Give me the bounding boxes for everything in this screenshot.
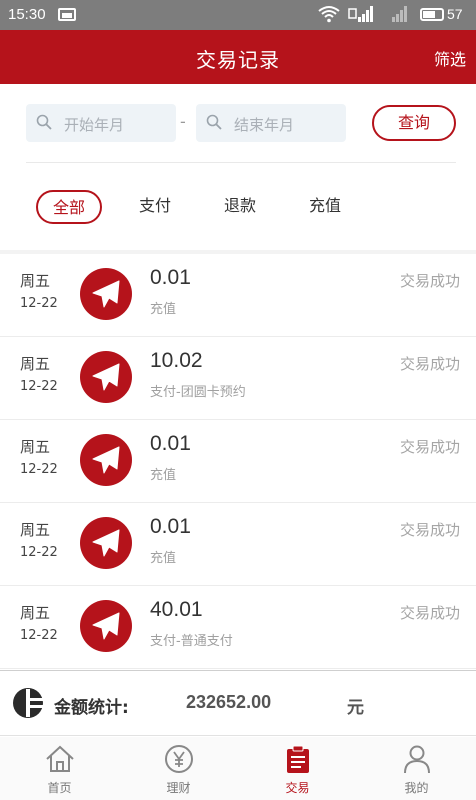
tab-payment[interactable]: 支付: [122, 190, 188, 224]
date-search-bar: 开始年月 - 结束年月 查询: [0, 84, 476, 164]
nav-transactions[interactable]: 交易: [238, 737, 357, 800]
amount: 0.01: [150, 515, 191, 538]
date-label: 12-22: [20, 296, 58, 311]
battery-icon: [420, 8, 444, 21]
tab-refund[interactable]: 退款: [207, 190, 273, 224]
weekday-label: 周五: [20, 604, 51, 622]
airplane-icon: [80, 600, 132, 652]
date-label: 12-22: [20, 462, 58, 477]
status-label: 交易成功: [399, 521, 460, 539]
bottom-nav: 首页 理财 交易 我的: [0, 737, 476, 800]
status-bar: 15:30 57: [0, 0, 476, 30]
date-label: 12-22: [20, 545, 58, 560]
transaction-type: 充值: [150, 468, 177, 483]
status-label: 交易成功: [399, 355, 460, 373]
status-label: 交易成功: [399, 272, 460, 290]
summary-label: 金额统计:: [54, 698, 129, 718]
app-header: 交易记录 筛选: [0, 30, 476, 84]
transaction-type-tabs: 全部 支付 退款 充值: [0, 164, 476, 250]
nav-label: 首页: [47, 781, 72, 795]
nav-label: 我的: [404, 781, 429, 795]
filter-button[interactable]: 筛选: [434, 46, 466, 70]
weekday-label: 周五: [20, 355, 51, 373]
weekday-label: 周五: [20, 272, 51, 290]
list-item[interactable]: 周五 12-22 0.01 充值 交易成功: [0, 420, 476, 503]
airplane-icon: [80, 268, 132, 320]
status-label: 交易成功: [399, 438, 460, 456]
list-item[interactable]: 周五 12-22 40.01 支付-普通支付 交易成功: [0, 586, 476, 669]
transaction-list: 周五 12-22 0.01 充值 交易成功 周五 12-22 10.02 支付-…: [0, 254, 476, 669]
airplane-icon: [80, 434, 132, 486]
nav-label: 交易: [285, 781, 310, 795]
transaction-type: 充值: [150, 551, 177, 566]
search-icon: [36, 114, 52, 130]
tab-all[interactable]: 全部: [36, 190, 102, 224]
transaction-type: 支付-普通支付: [150, 634, 233, 649]
amount: 10.02: [150, 349, 203, 372]
signal-icon: [348, 6, 373, 22]
image-notification-icon: [58, 8, 76, 21]
summary-total: 232652.00: [186, 692, 272, 712]
wifi-icon: [318, 6, 340, 23]
end-month-placeholder: 结束年月: [234, 116, 295, 134]
summary-unit: 元: [347, 698, 364, 718]
weekday-label: 周五: [20, 438, 51, 456]
home-icon: [46, 745, 74, 772]
yen-icon: [165, 745, 193, 773]
amount: 0.01: [150, 432, 191, 455]
date-label: 12-22: [20, 628, 58, 643]
status-time: 15:30: [8, 6, 46, 23]
brand-logo-icon: [13, 688, 43, 718]
signal-secondary-icon: [392, 6, 407, 22]
battery-level: 57: [447, 6, 463, 22]
start-month-input[interactable]: 开始年月: [26, 104, 176, 142]
page-title: 交易记录: [196, 48, 280, 72]
nav-finance[interactable]: 理财: [119, 737, 238, 800]
search-icon: [206, 114, 222, 130]
list-item[interactable]: 周五 12-22 10.02 支付-团圆卡预约 交易成功: [0, 337, 476, 420]
date-label: 12-22: [20, 379, 58, 394]
clipboard-icon: [287, 745, 309, 773]
nav-profile[interactable]: 我的: [357, 737, 476, 800]
amount: 0.01: [150, 266, 191, 289]
divider: [26, 162, 456, 163]
transaction-type: 支付-团圆卡预约: [150, 385, 246, 400]
start-month-placeholder: 开始年月: [64, 116, 125, 134]
airplane-icon: [80, 351, 132, 403]
user-icon: [404, 745, 430, 774]
amount-summary-bar: 金额统计: 232652.00 元: [0, 670, 476, 736]
tab-recharge[interactable]: 充值: [292, 190, 358, 224]
airplane-icon: [80, 517, 132, 569]
nav-label: 理财: [166, 781, 191, 795]
list-item[interactable]: 周五 12-22 0.01 充值 交易成功: [0, 503, 476, 586]
amount: 40.01: [150, 598, 203, 621]
weekday-label: 周五: [20, 521, 51, 539]
end-month-input[interactable]: 结束年月: [196, 104, 346, 142]
query-button[interactable]: 查询: [372, 105, 456, 141]
date-range-separator: -: [180, 112, 186, 131]
status-label: 交易成功: [399, 604, 460, 622]
nav-home[interactable]: 首页: [0, 737, 119, 800]
transaction-type: 充值: [150, 302, 177, 317]
list-item[interactable]: 周五 12-22 0.01 充值 交易成功: [0, 254, 476, 337]
